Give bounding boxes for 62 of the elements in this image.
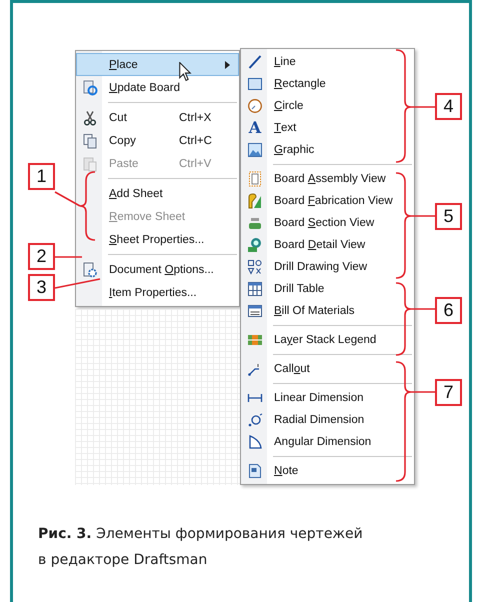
note-icon xyxy=(247,463,263,479)
shortcut-label: Ctrl+X xyxy=(179,112,212,124)
menu-item[interactable]: Board Section View xyxy=(241,212,414,234)
shortcut-label: Ctrl+C xyxy=(179,134,212,146)
callout-number: 3 xyxy=(28,274,55,301)
menu-item[interactable]: Drill Table xyxy=(241,278,414,300)
callout-number: 5 xyxy=(435,203,462,230)
board-icon xyxy=(247,193,263,209)
figure-caption: Рис. 3. Элементы формирования чертежей в редакторе Draftsman xyxy=(38,525,363,570)
menu-item[interactable]: Callout xyxy=(241,358,414,380)
menu-item[interactable]: Cut Ctrl+X xyxy=(76,106,239,129)
menu-item[interactable]: Line xyxy=(241,51,414,73)
callout-number: 1 xyxy=(28,163,55,190)
menu-item[interactable]: Sheet Properties... xyxy=(76,228,239,251)
menu-item[interactable]: Board Detail View xyxy=(241,234,414,256)
menu-item[interactable]: Linear Dimension xyxy=(241,387,414,409)
menu-item[interactable]: Board Assembly View xyxy=(241,168,414,190)
rectangle-icon xyxy=(247,76,263,92)
menu-item[interactable]: Circle xyxy=(241,95,414,117)
circle-icon xyxy=(247,98,263,114)
menu-item[interactable]: Add Sheet xyxy=(76,182,239,205)
leader-line xyxy=(55,256,82,258)
copy-icon xyxy=(82,132,98,148)
paste-icon xyxy=(82,156,98,172)
menu-item[interactable]: Note xyxy=(241,460,414,482)
line-icon xyxy=(247,54,263,70)
angle-icon xyxy=(247,434,263,450)
text-icon: A xyxy=(248,120,262,136)
document-gear-icon xyxy=(82,262,98,278)
callout-number: 2 xyxy=(28,243,55,270)
menu-item[interactable]: Graphic xyxy=(241,139,414,161)
menu-item[interactable]: Item Properties... xyxy=(76,281,239,304)
callout-number: 4 xyxy=(435,93,462,120)
cursor-icon xyxy=(179,62,192,82)
menu-item[interactable]: Bill Of Materials xyxy=(241,300,414,322)
callout-number: 7 xyxy=(435,379,462,406)
menu-item[interactable]: Place xyxy=(76,53,239,76)
menu-item[interactable]: Board Fabrication View xyxy=(241,190,414,212)
layer-stack-icon xyxy=(247,332,263,348)
menu-item[interactable]: Document Options... xyxy=(76,258,239,281)
menu-item[interactable]: Radial Dimension xyxy=(241,409,414,431)
section-icon xyxy=(247,215,263,231)
table-icon xyxy=(247,281,263,297)
callout-bracket xyxy=(54,171,96,241)
menu-item[interactable]: Drill Drawing View xyxy=(241,256,414,278)
callout-number: 6 xyxy=(435,297,462,324)
image-icon xyxy=(247,142,263,158)
menu-item[interactable]: Angular Dimension xyxy=(241,431,414,453)
leader-line xyxy=(54,278,100,289)
refresh-icon xyxy=(82,80,98,96)
scissors-icon xyxy=(82,110,98,126)
menu-item[interactable]: Update Board xyxy=(76,76,239,99)
drill-symbols-icon xyxy=(247,259,263,275)
menu-item[interactable]: Layer Stack Legend xyxy=(241,329,414,351)
detail-icon xyxy=(247,237,263,253)
shortcut-label: Ctrl+V xyxy=(179,158,212,170)
menu-item[interactable]: A Text xyxy=(241,117,414,139)
radial-dimension-icon xyxy=(247,412,263,428)
list-icon xyxy=(247,303,263,319)
menu-item[interactable]: Rectangle xyxy=(241,73,414,95)
menu-item[interactable]: Copy Ctrl+C xyxy=(76,129,239,152)
board-outline-icon xyxy=(247,171,263,187)
